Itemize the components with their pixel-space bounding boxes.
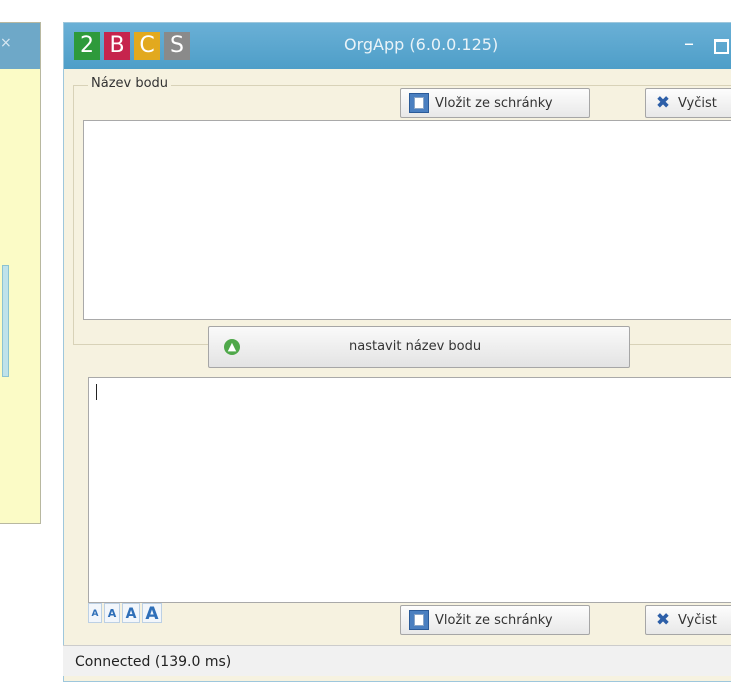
logo-letter-b: B bbox=[104, 32, 130, 60]
close-icon[interactable]: × bbox=[0, 35, 12, 51]
minimize-icon[interactable]: – bbox=[684, 31, 694, 55]
text-caret bbox=[96, 384, 97, 400]
logo-letter-s: S bbox=[164, 32, 190, 60]
background-window-titlebar: × bbox=[0, 23, 40, 69]
editor-clear-button[interactable]: ✖ Vyčist bbox=[645, 605, 731, 635]
window-title: OrgApp (6.0.0.125) bbox=[344, 35, 499, 54]
font-size-m-button[interactable]: A bbox=[122, 603, 140, 623]
font-size-l-button[interactable]: A bbox=[142, 603, 162, 624]
clear-x-icon: ✖ bbox=[655, 610, 671, 630]
font-size-s-button[interactable]: A bbox=[104, 603, 120, 623]
clipboard-icon bbox=[409, 93, 429, 113]
editor-textarea[interactable] bbox=[88, 377, 731, 603]
clear-button[interactable]: ✖ Vyčist bbox=[645, 88, 731, 118]
logo-letter-c: C bbox=[134, 32, 160, 60]
window-titlebar[interactable]: 2 B C S OrgApp (6.0.0.125) – bbox=[64, 23, 731, 69]
font-size-xs-button[interactable]: A bbox=[88, 603, 102, 623]
paste-button-label: Vložit ze schránky bbox=[435, 95, 553, 111]
paste-from-clipboard-button[interactable]: Vložit ze schránky bbox=[400, 88, 590, 118]
logo-letter-2: 2 bbox=[74, 32, 100, 60]
background-window: × bbox=[0, 22, 41, 524]
editor-clear-button-label: Vyčist bbox=[678, 612, 717, 628]
arrow-up-circle-icon: ▲ bbox=[224, 339, 240, 355]
clear-button-label: Vyčist bbox=[678, 95, 717, 111]
set-point-name-label: nastavit název bodu bbox=[349, 339, 482, 354]
clipboard-icon bbox=[409, 610, 429, 630]
status-bar: Connected (139.0 ms) bbox=[63, 645, 731, 676]
point-name-textarea[interactable] bbox=[83, 120, 731, 320]
editor-paste-from-clipboard-button[interactable]: Vložit ze schránky bbox=[400, 605, 590, 635]
connection-status: Connected (139.0 ms) bbox=[75, 654, 232, 670]
background-window-scrollbar[interactable] bbox=[2, 265, 9, 377]
set-point-name-button[interactable]: ▲ nastavit název bodu bbox=[208, 326, 630, 368]
maximize-icon[interactable] bbox=[714, 39, 729, 54]
point-name-label: Název bodu bbox=[88, 76, 172, 91]
font-size-buttons: A A A A bbox=[88, 603, 162, 624]
editor-paste-button-label: Vložit ze schránky bbox=[435, 612, 553, 628]
clear-x-icon: ✖ bbox=[655, 93, 671, 113]
